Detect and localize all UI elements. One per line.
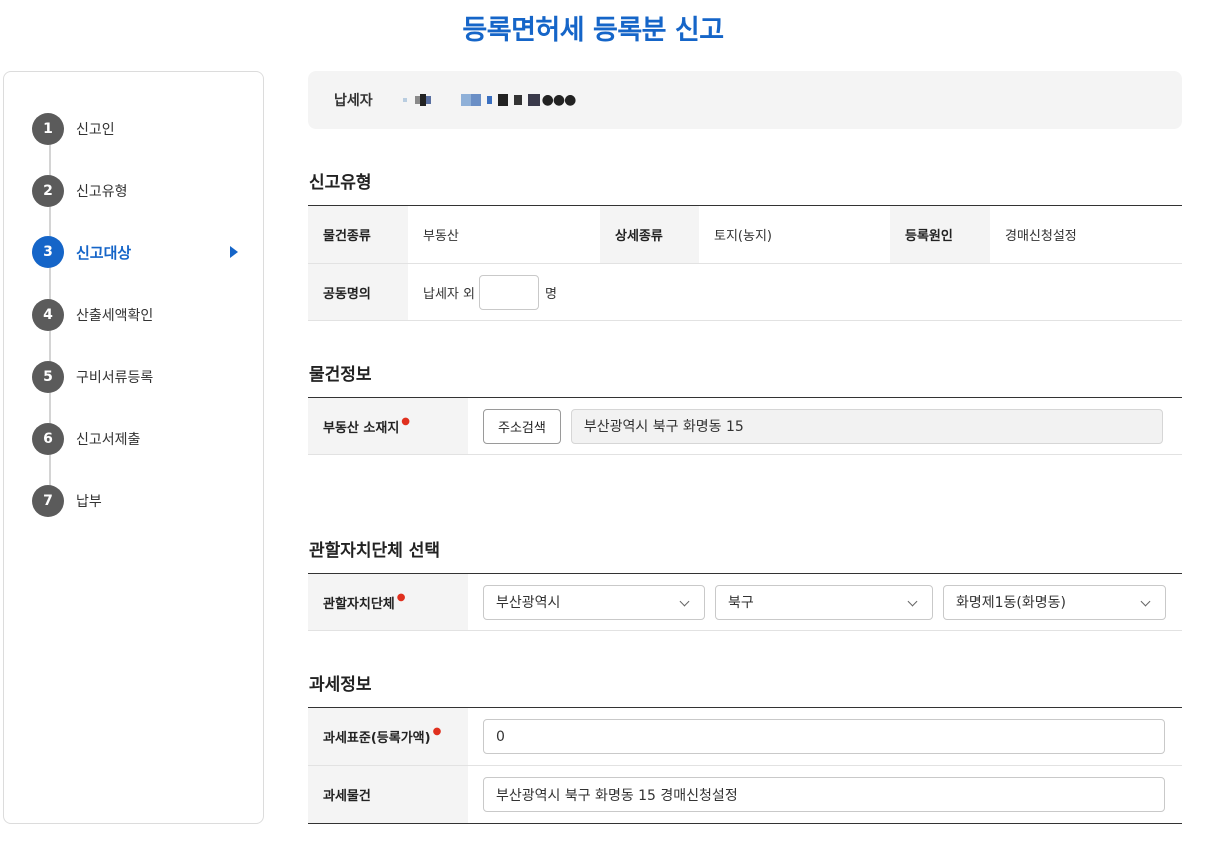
step-label: 구비서류등록 xyxy=(76,370,154,386)
property-location-label-text: 부동산 소재지 xyxy=(323,420,400,436)
joint-owner-cell: 납세자 외 명 xyxy=(408,264,1182,320)
joint-owner-prefix: 납세자 외 xyxy=(423,286,475,302)
step-label: 신고유형 xyxy=(76,184,128,200)
jurisdiction-cell: 부산광역시 북구 화명제1동(화명동) xyxy=(468,574,1182,630)
table-row: 관할자치단체 ● 부산광역시 북구 화명제1동(화명동) xyxy=(308,574,1182,631)
detail-kind-value: 토지(농지) xyxy=(714,229,772,244)
jurisdiction-label: 관할자치단체 ● xyxy=(308,574,468,630)
jurisdiction-label-text: 관할자치단체 xyxy=(323,596,395,612)
required-mark-icon: ● xyxy=(396,591,406,603)
tax-object-input[interactable]: 부산광역시 북구 화명동 15 경매신청설정 xyxy=(483,777,1165,812)
section-title-tax-info: 과세정보 xyxy=(309,675,372,695)
jurisdiction-table: 관할자치단체 ● 부산광역시 북구 화명제1동(화명동) xyxy=(308,573,1182,631)
chevron-down-icon xyxy=(679,596,690,606)
step-label: 납부 xyxy=(76,494,102,510)
dong-select-value: 화명제1동(화명동) xyxy=(956,595,1066,611)
page-title: 등록면허세 등록분 신고 xyxy=(462,15,724,46)
joint-owner-suffix: 명 xyxy=(544,286,557,302)
step-5-documents[interactable]: 5 구비서류등록 xyxy=(32,360,242,394)
section-title-jurisdiction: 관할자치단체 선택 xyxy=(309,541,441,561)
current-step-arrow-icon xyxy=(230,246,238,258)
tax-base-label-text: 과세표준(등록가액) xyxy=(323,731,431,746)
tax-base-label: 과세표준(등록가액) ● xyxy=(308,708,468,765)
masked-suffix: ●●● xyxy=(541,92,577,108)
step-2-report-type[interactable]: 2 신고유형 xyxy=(32,174,242,208)
district-select-value: 북구 xyxy=(728,595,754,611)
step-label: 신고인 xyxy=(76,122,115,138)
step-label: 신고대상 xyxy=(76,243,132,262)
reg-cause-value: 경매신청설정 xyxy=(1005,229,1077,244)
dong-select[interactable]: 화명제1동(화명동) xyxy=(943,584,1166,620)
step-number: 5 xyxy=(32,361,64,393)
step-3-report-target[interactable]: 3 신고대상 xyxy=(32,235,242,269)
property-location-cell: 주소검색 부산광역시 북구 화명동 15 xyxy=(468,398,1182,454)
property-address-field: 부산광역시 북구 화명동 15 xyxy=(570,408,1163,444)
district-select[interactable]: 북구 xyxy=(715,584,933,620)
step-7-payment[interactable]: 7 납부 xyxy=(32,484,242,518)
step-sidebar: 1 신고인 2 신고유형 3 신고대상 4 산출세액확인 5 구비서류등록 6 … xyxy=(3,71,264,824)
tax-info-table: 과세표준(등록가액) ● 0 과세물건 부산광역시 북구 화명동 15 경매신청설… xyxy=(308,707,1182,824)
city-select-value: 부산광역시 xyxy=(496,595,561,611)
step-label: 신고서제출 xyxy=(76,432,141,448)
step-number: 7 xyxy=(32,485,64,517)
chevron-down-icon xyxy=(907,596,918,606)
required-mark-icon: ● xyxy=(432,726,442,737)
step-number: 6 xyxy=(32,423,64,455)
step-4-tax-check[interactable]: 4 산출세액확인 xyxy=(32,298,242,332)
city-select[interactable]: 부산광역시 xyxy=(483,584,705,620)
table-row: 과세물건 부산광역시 북구 화명동 15 경매신청설정 xyxy=(308,766,1182,823)
tax-base-input[interactable]: 0 xyxy=(483,719,1165,754)
step-number: 4 xyxy=(32,299,64,331)
reg-cause-label: 등록원인 xyxy=(890,206,990,263)
step-number: 2 xyxy=(32,175,64,207)
tax-object-cell: 부산광역시 북구 화명동 15 경매신청설정 xyxy=(468,766,1182,823)
section-title-property-info: 물건정보 xyxy=(309,365,372,385)
joint-owner-count-input[interactable] xyxy=(478,274,539,310)
required-mark-icon: ● xyxy=(401,415,411,427)
address-search-button[interactable]: 주소검색 xyxy=(483,408,561,444)
item-kind-value: 부동산 xyxy=(423,229,459,244)
step-label: 산출세액확인 xyxy=(76,308,154,324)
taxpayer-box: 납세자 ●●● xyxy=(308,71,1182,129)
tax-object-label: 과세물건 xyxy=(308,766,468,823)
chevron-down-icon xyxy=(1140,596,1151,606)
step-number: 1 xyxy=(32,113,64,145)
table-row: 공동명의 납세자 외 명 xyxy=(308,264,1182,321)
step-1-reporter[interactable]: 1 신고인 xyxy=(32,112,242,146)
joint-owner-label: 공동명의 xyxy=(308,264,408,320)
taxpayer-masked-name: ●●● xyxy=(402,92,577,108)
item-kind-label: 물건종류 xyxy=(308,206,408,263)
step-6-submit[interactable]: 6 신고서제출 xyxy=(32,422,242,456)
property-location-label: 부동산 소재지 ● xyxy=(308,398,468,454)
detail-kind-label: 상세종류 xyxy=(600,206,699,263)
report-type-table: 물건종류 부동산 상세종류 토지(농지) 등록원인 경매신청설정 공동명의 납세… xyxy=(308,205,1182,321)
property-info-table: 부동산 소재지 ● 주소검색 부산광역시 북구 화명동 15 xyxy=(308,397,1182,455)
table-row: 부동산 소재지 ● 주소검색 부산광역시 북구 화명동 15 xyxy=(308,398,1182,455)
table-row: 물건종류 부동산 상세종류 토지(농지) 등록원인 경매신청설정 xyxy=(308,206,1182,264)
section-title-report-type: 신고유형 xyxy=(309,173,372,193)
tax-base-cell: 0 xyxy=(468,708,1182,765)
step-number: 3 xyxy=(32,236,64,268)
taxpayer-label: 납세자 xyxy=(334,93,373,109)
table-row: 과세표준(등록가액) ● 0 xyxy=(308,708,1182,766)
